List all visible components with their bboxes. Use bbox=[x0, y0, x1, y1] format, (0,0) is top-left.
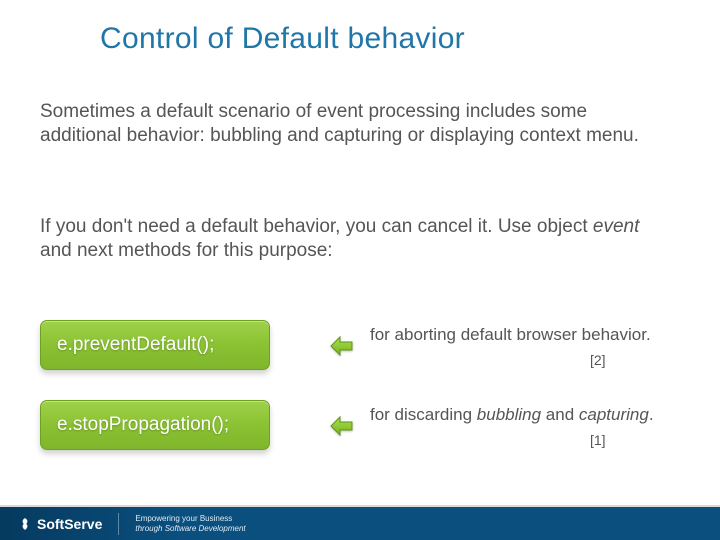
brand-name: SoftServe bbox=[37, 516, 102, 532]
footer-tagline: Empowering your Business through Softwar… bbox=[135, 514, 245, 532]
desc2-a: for discarding bbox=[370, 405, 477, 424]
slide: Control of Default behavior Sometimes a … bbox=[0, 0, 720, 540]
intro-paragraph-2: If you don't need a default behavior, yo… bbox=[40, 215, 650, 263]
method-row-preventdefault: e.preventDefault(); for aborting default… bbox=[40, 320, 270, 370]
desc2-b: . bbox=[649, 405, 654, 424]
arrow-left-icon bbox=[330, 334, 354, 358]
method-pill-preventdefault: e.preventDefault(); bbox=[40, 320, 270, 370]
tagline-line-1: Empowering your Business bbox=[135, 514, 245, 523]
desc2-i1: bubbling bbox=[477, 405, 541, 424]
footer-bar: SoftServe Empowering your Business throu… bbox=[0, 505, 720, 540]
ref-preventdefault: [2] bbox=[590, 352, 606, 370]
ref-stoppropagation: [1] bbox=[590, 432, 606, 450]
method-desc-stoppropagation: for discarding bubbling and capturing. [… bbox=[370, 404, 670, 425]
logo-mark-icon bbox=[18, 517, 32, 531]
footer-inner: SoftServe Empowering your Business throu… bbox=[0, 507, 720, 540]
para2-italic: event bbox=[593, 216, 639, 237]
intro-paragraph-1: Sometimes a default scenario of event pr… bbox=[40, 100, 650, 148]
method-pill-stoppropagation: e.stopPropagation(); bbox=[40, 400, 270, 450]
desc2-m: and bbox=[541, 405, 579, 424]
footer-divider bbox=[118, 513, 119, 535]
brand-logo: SoftServe bbox=[18, 516, 102, 532]
para2-part-b: and next methods for this purpose: bbox=[40, 240, 333, 261]
tagline-line-2: through Software Development bbox=[135, 524, 245, 533]
desc1-text: for aborting default browser behavior. bbox=[370, 325, 651, 344]
para2-part-a: If you don't need a default behavior, yo… bbox=[40, 216, 593, 237]
desc2-i2: capturing bbox=[579, 405, 649, 424]
page-title: Control of Default behavior bbox=[100, 22, 465, 56]
method-row-stoppropagation: e.stopPropagation(); for discarding bubb… bbox=[40, 400, 270, 450]
method-desc-preventdefault: for aborting default browser behavior. [… bbox=[370, 324, 670, 345]
arrow-left-icon bbox=[330, 414, 354, 438]
